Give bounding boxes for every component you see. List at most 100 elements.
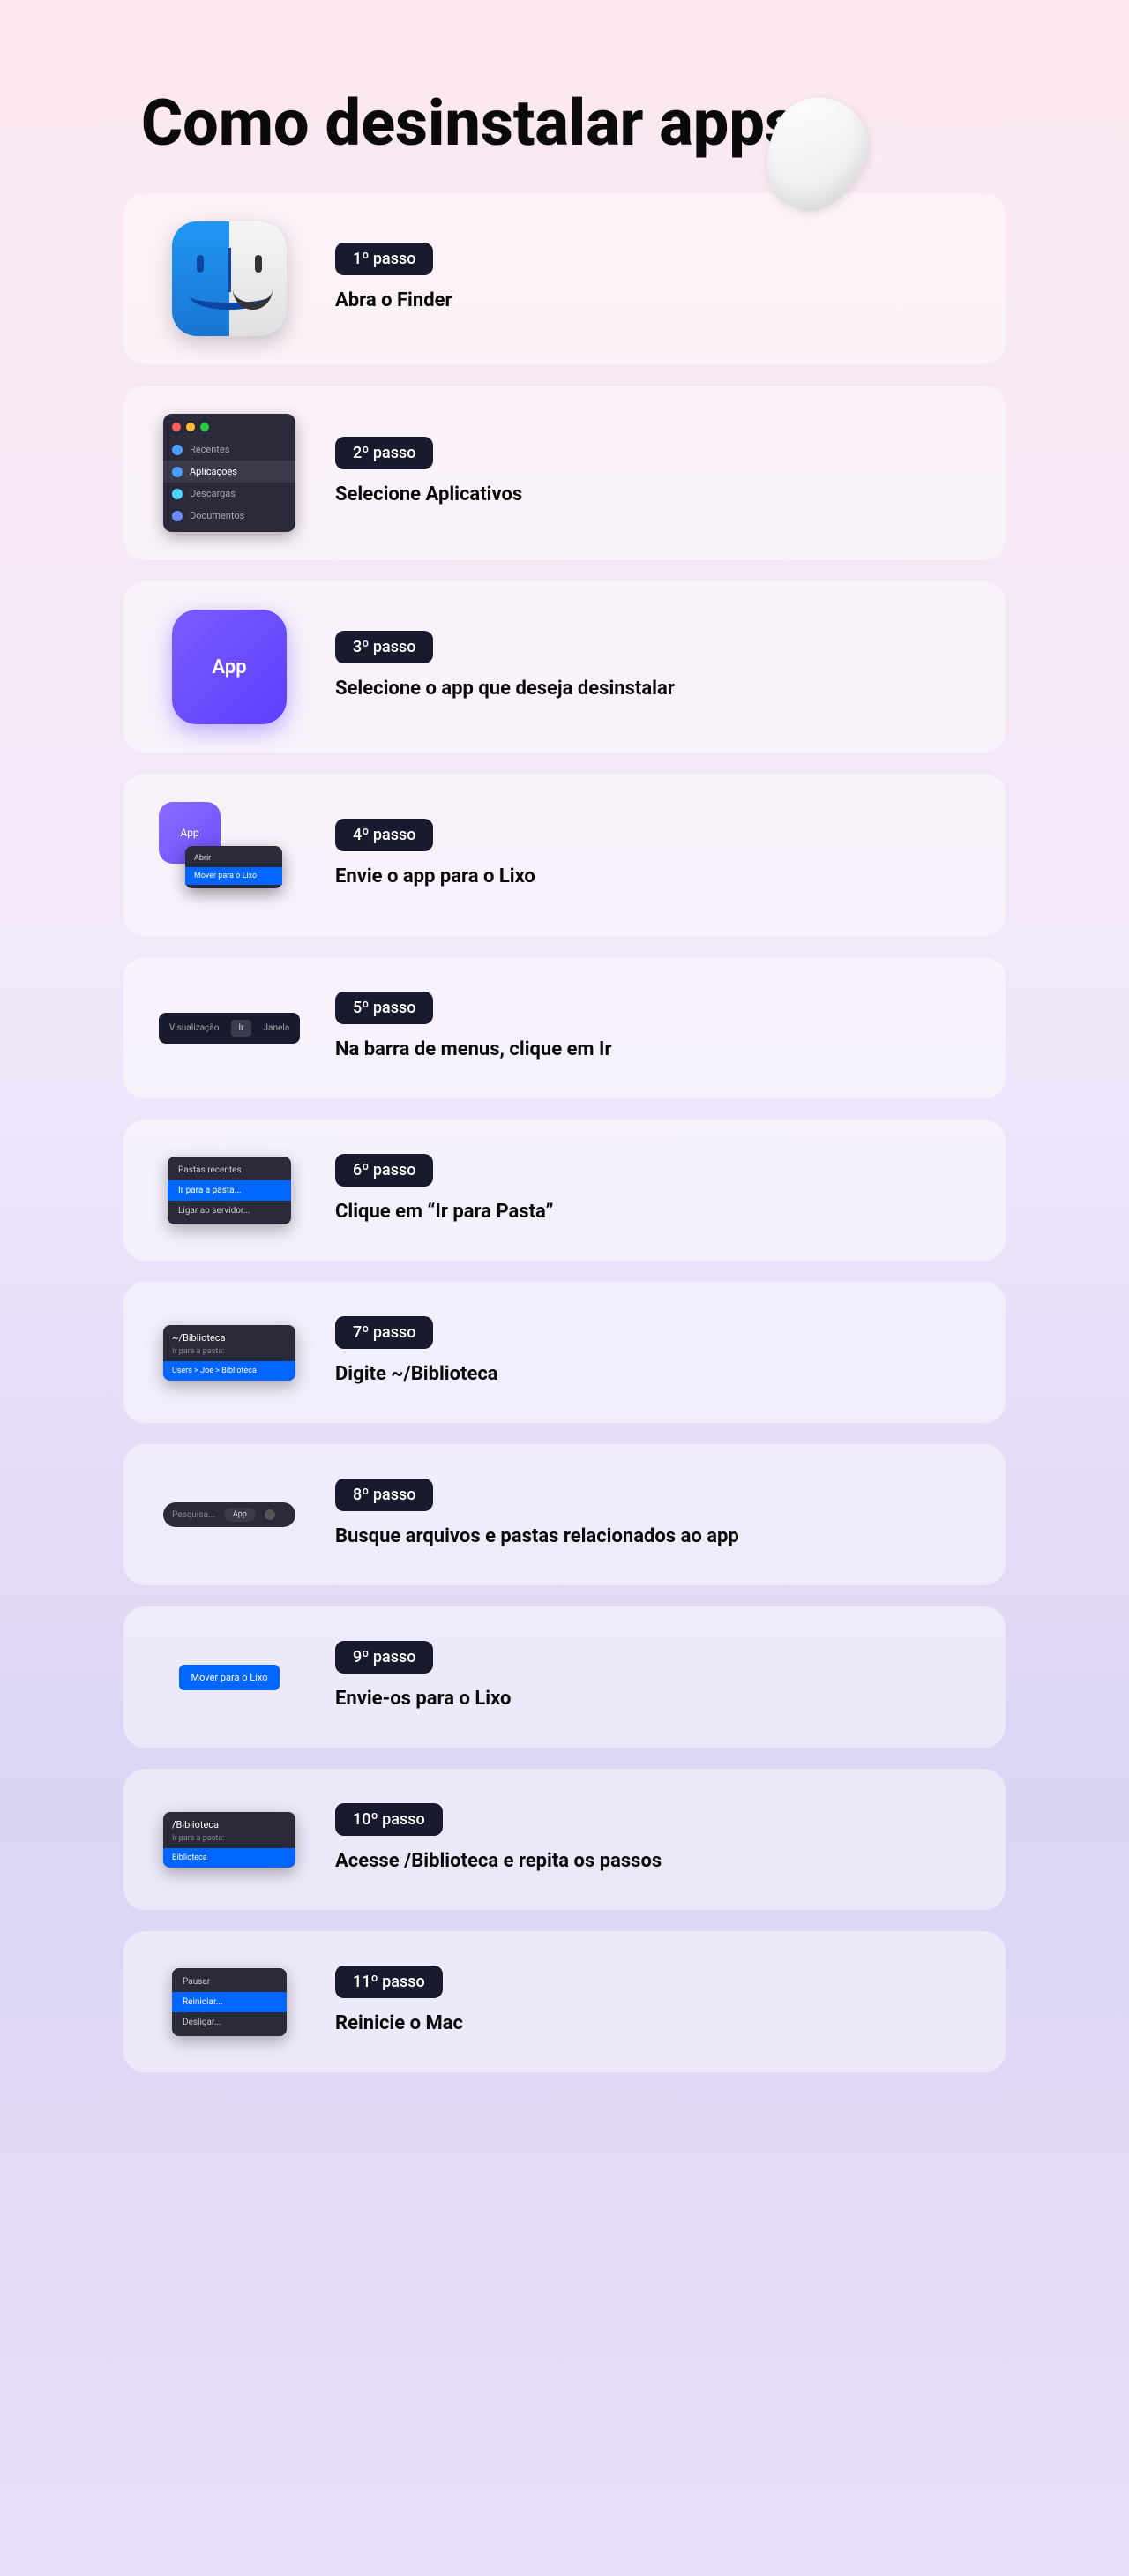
sidebar-item: Recentes [163, 438, 295, 461]
step-text: Busque arquivos e pastas relacionados ao… [335, 1524, 970, 1551]
step-card: Pesquisa... App 8º passo Busque arquivos… [123, 1444, 1006, 1585]
step-illustration: Visualização Ir Janela [159, 1013, 300, 1044]
menu-item: Ligar ao servidor... [168, 1201, 291, 1221]
apps-icon [172, 467, 183, 477]
step-illustration: Recentes Aplicações Descargas Documentos [159, 414, 300, 532]
path-label: Ir para a pasta: [163, 1347, 295, 1361]
step-content: 1º passo Abra o Finder [335, 243, 970, 315]
search-bar-illustration: Pesquisa... App [163, 1502, 295, 1527]
step-text: Selecione Aplicativos [335, 482, 970, 509]
context-menu-item: Mover para o Lixo [185, 867, 282, 885]
step-content: 3º passo Selecione o app que deseja desi… [335, 631, 970, 703]
step-card: Recentes Aplicações Descargas Documentos… [123, 386, 1006, 560]
step-card: 1º passo Abra o Finder [123, 193, 1006, 364]
step-text: Envie-os para o Lixo [335, 1686, 970, 1713]
step-badge: 1º passo [335, 243, 433, 275]
step-badge: 3º passo [335, 631, 433, 663]
step-badge: 5º passo [335, 992, 433, 1024]
power-menu-illustration: Pausar Reiniciar... Desligar... [172, 1968, 287, 2036]
infographic-container: Como desinstalar apps 1º passo Abra o Fi… [88, 35, 1041, 2541]
step-badge: 11º passo [335, 1966, 443, 1998]
menu-item: Pastas recentes [168, 1160, 291, 1180]
step-badge: 6º passo [335, 1154, 433, 1187]
path-input: /Biblioteca [163, 1819, 295, 1834]
step-card: ~/Biblioteca Ir para a pasta: Users > Jo… [123, 1282, 1006, 1423]
step-card: Mover para o Lixo 9º passo Envie-os para… [123, 1606, 1006, 1748]
step-badge: 2º passo [335, 437, 433, 469]
menubar-item: Visualização [169, 1023, 220, 1033]
step-text: Acesse /Biblioteca e repita os passos [335, 1848, 970, 1876]
step-card: Pastas recentes Ir para a pasta... Ligar… [123, 1120, 1006, 1261]
path-result: Users > Joe > Biblioteca [163, 1361, 295, 1381]
context-menu-illustration: App Abrir Mover para o Lixo [159, 802, 300, 908]
menubar-illustration: Visualização Ir Janela [159, 1013, 300, 1044]
go-to-folder-illustration: ~/Biblioteca Ir para a pasta: Users > Jo… [163, 1325, 295, 1381]
context-menu-item: Abrir [185, 850, 282, 867]
step-illustration: /Biblioteca Ir para a pasta: Biblioteca [159, 1812, 300, 1868]
step-illustration: App [159, 610, 300, 724]
step-card: Visualização Ir Janela 5º passo Na barra… [123, 957, 1006, 1098]
page-title: Como desinstalar apps [141, 88, 847, 158]
document-icon [172, 511, 183, 521]
search-placeholder: Pesquisa... [172, 1510, 215, 1520]
step-card: App Abrir Mover para o Lixo 4º passo Env… [123, 774, 1006, 936]
context-menu: Abrir Mover para o Lixo [185, 846, 282, 888]
dropdown-menu-illustration: Pastas recentes Ir para a pasta... Ligar… [168, 1157, 291, 1224]
step-badge: 8º passo [335, 1479, 433, 1511]
step-content: 9º passo Envie-os para o Lixo [335, 1641, 970, 1713]
clock-icon [172, 445, 183, 455]
menu-item: Reiniciar... [172, 1992, 287, 2012]
step-badge: 7º passo [335, 1316, 433, 1349]
step-illustration: Mover para o Lixo [159, 1665, 300, 1690]
menubar-item: Janela [264, 1023, 290, 1033]
step-illustration: Pesquisa... App [159, 1502, 300, 1527]
step-text: Abra o Finder [335, 288, 970, 315]
search-chip: App [224, 1508, 256, 1522]
step-text: Envie o app para o Lixo [335, 864, 970, 891]
step-content: 5º passo Na barra de menus, clique em Ir [335, 992, 970, 1064]
move-to-trash-button-illustration: Mover para o Lixo [179, 1665, 280, 1690]
step-card: App 3º passo Selecione o app que deseja … [123, 581, 1006, 753]
clear-icon [265, 1509, 275, 1520]
finder-sidebar-illustration: Recentes Aplicações Descargas Documentos [163, 414, 295, 532]
menu-item: Pausar [172, 1972, 287, 1992]
step-text: Selecione o app que deseja desinstalar [335, 676, 970, 703]
path-label: Ir para a pasta: [163, 1834, 295, 1848]
step-content: 4º passo Envie o app para o Lixo [335, 819, 970, 891]
step-illustration: Pausar Reiniciar... Desligar... [159, 1968, 300, 2036]
step-badge: 10º passo [335, 1803, 443, 1836]
menu-item: Desligar... [172, 2012, 287, 2033]
step-content: 8º passo Busque arquivos e pastas relaci… [335, 1479, 970, 1551]
steps-list: 1º passo Abra o Finder Recentes Aplicaçõ… [88, 193, 1041, 2072]
step-content: 7º passo Digite ~/Biblioteca [335, 1316, 970, 1389]
step-illustration: ~/Biblioteca Ir para a pasta: Users > Jo… [159, 1325, 300, 1381]
sidebar-item: Documentos [163, 505, 295, 527]
step-illustration: App Abrir Mover para o Lixo [159, 802, 300, 908]
sidebar-item: Descargas [163, 483, 295, 505]
step-card: /Biblioteca Ir para a pasta: Biblioteca … [123, 1769, 1006, 1910]
step-text: Na barra de menus, clique em Ir [335, 1037, 970, 1064]
download-icon [172, 489, 183, 499]
app-icon: App [172, 610, 287, 724]
step-illustration [159, 221, 300, 336]
menubar-item: Ir [231, 1020, 250, 1037]
step-content: 6º passo Clique em “Ir para Pasta” [335, 1154, 970, 1226]
step-text: Clique em “Ir para Pasta” [335, 1199, 970, 1226]
menu-item: Ir para a pasta... [168, 1180, 291, 1201]
traffic-lights-icon [163, 423, 295, 438]
finder-icon [172, 221, 287, 336]
step-illustration: Pastas recentes Ir para a pasta... Ligar… [159, 1157, 300, 1224]
go-to-folder-illustration: /Biblioteca Ir para a pasta: Biblioteca [163, 1812, 295, 1868]
step-text: Reinicie o Mac [335, 2011, 970, 2038]
sidebar-item: Aplicações [163, 461, 295, 483]
path-result: Biblioteca [163, 1848, 295, 1868]
step-badge: 9º passo [335, 1641, 433, 1674]
header: Como desinstalar apps [88, 88, 1041, 193]
step-text: Digite ~/Biblioteca [335, 1361, 970, 1389]
path-input: ~/Biblioteca [163, 1332, 295, 1347]
step-card: Pausar Reiniciar... Desligar... 11º pass… [123, 1931, 1006, 2072]
step-badge: 4º passo [335, 819, 433, 851]
step-content: 2º passo Selecione Aplicativos [335, 437, 970, 509]
step-content: 10º passo Acesse /Biblioteca e repita os… [335, 1803, 970, 1876]
step-content: 11º passo Reinicie o Mac [335, 1966, 970, 2038]
